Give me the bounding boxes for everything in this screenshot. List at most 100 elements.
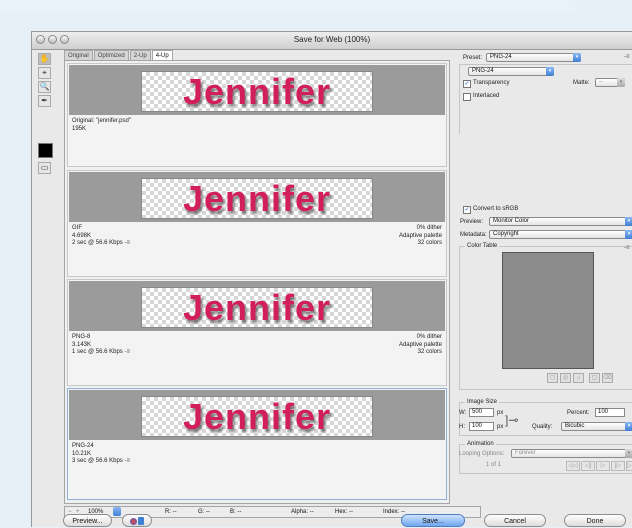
quality-dropdown[interactable]: Bicubic ▾ [561, 422, 632, 431]
jennifer-text-image: Jennifer [182, 396, 332, 437]
info-line: PNG-24 [72, 443, 94, 449]
pane-info-right: 0% dither Adaptive palette 32 colors [399, 334, 442, 357]
color-table-menu-icon[interactable]: -≡ [624, 245, 630, 251]
interlaced-checkbox[interactable] [463, 93, 471, 101]
pane-info-left: PNG-24 10.21K 3 sec @ 56.6 Kbps -≡ [72, 443, 130, 466]
done-button[interactable]: Done [564, 514, 626, 527]
first-frame-icon[interactable]: ◁◁ [566, 461, 580, 471]
convert-srgb-label: Convert to sRGB [473, 206, 519, 212]
pane-info-left: GIF 4.698K 2 sec @ 56.6 Kbps -≡ [72, 225, 130, 248]
play-icon[interactable]: ▷ [596, 461, 610, 471]
pane-menu-icon[interactable]: -≡ [124, 240, 130, 246]
transparency-checkerboard: Jennifer [141, 71, 373, 112]
preview-label: Preview: [460, 219, 484, 225]
metadata-label: Metadata: [460, 232, 487, 238]
transparency-label: Transparency [473, 80, 510, 86]
jennifer-text-image: Jennifer [182, 71, 332, 112]
save-button[interactable]: Save... [401, 514, 465, 527]
green-readout: G: -- [198, 509, 210, 515]
title-bar: Save for Web (100%) [32, 32, 632, 50]
window-title: Save for Web (100%) [293, 35, 371, 44]
cancel-button[interactable]: Cancel [484, 514, 546, 527]
metadata-dropdown[interactable]: Copyright ▾ [489, 230, 632, 239]
previous-frame-icon[interactable]: ◁| [581, 461, 595, 471]
preview-pane-png8[interactable]: Jennifer PNG-8 3.143K 1 sec @ 56.6 Kbps -≡… [67, 279, 447, 386]
map-color-icon[interactable]: ◻ [547, 373, 558, 383]
dropdown-arrow-icon: ▾ [617, 78, 625, 87]
new-color-icon[interactable]: ▢ [589, 373, 600, 383]
info-line: PNG-8 [72, 334, 91, 340]
frame-counter: 1 of 1 [486, 462, 502, 468]
preview-color-dropdown[interactable]: Monitor Color ▾ [489, 217, 632, 226]
info-line: 0% dither [416, 225, 442, 231]
info-line: 3 sec @ 56.6 Kbps [72, 458, 123, 464]
matte-dropdown[interactable]: -- ▾ [595, 78, 625, 87]
preview-pane-png24[interactable]: Jennifer PNG-24 10.21K 3 sec @ 56.6 Kbps -… [67, 388, 447, 500]
info-line: 3.143K [72, 341, 92, 348]
percent-label: Percent: [567, 410, 590, 416]
height-unit: px [497, 424, 504, 430]
blue-readout: B: -- [230, 509, 242, 515]
info-line: 32 colors [417, 240, 442, 246]
convert-srgb-checkbox[interactable]: ✓ [463, 206, 471, 214]
quality-label: Quality: [532, 424, 553, 430]
preset-dropdown[interactable]: PNG-24 ▾ [486, 53, 581, 62]
browser-select-button[interactable] [122, 514, 152, 527]
width-input[interactable]: 500 [469, 408, 494, 417]
dropdown-arrow-icon: ▾ [546, 67, 554, 76]
dropdown-arrow-icon: ▾ [573, 53, 581, 62]
preview-pane-original[interactable]: Jennifer Original: "jennifer.psd" 195K [67, 63, 447, 167]
looping-dropdown[interactable]: Forever ▾ [511, 449, 632, 458]
matte-label: Matte: [573, 80, 590, 86]
format-value: PNG-24 [472, 68, 494, 74]
slice-select-tool-icon[interactable]: ⌖ [38, 67, 51, 79]
eyedropper-color-swatch[interactable] [38, 143, 53, 158]
pane-info-left: PNG-8 3.143K 1 sec @ 56.6 Kbps -≡ [72, 334, 130, 357]
dropdown-arrow-icon: ▾ [625, 449, 632, 458]
metadata-value: Copyright [493, 231, 519, 237]
info-line: 0% dither [416, 334, 442, 340]
preview-button[interactable]: Preview... [63, 514, 112, 527]
constrain-proportions-icon[interactable]: ]⊸ [505, 413, 518, 427]
jennifer-text-image: Jennifer [182, 287, 332, 328]
jennifer-text-image: Jennifer [182, 178, 332, 219]
pane-menu-icon[interactable]: -≡ [124, 349, 130, 355]
pane-menu-icon[interactable]: -≡ [124, 458, 130, 464]
transparency-checkerboard: Jennifer [141, 178, 373, 219]
width-unit: px [497, 410, 504, 416]
color-table-swatches[interactable] [502, 252, 594, 369]
background-panel [0, 0, 575, 14]
animation-label: Animation [465, 441, 496, 447]
browser-dropdown-icon [138, 517, 145, 526]
optimize-menu-icon[interactable]: -≡ [624, 54, 630, 60]
image-background: Jennifer [69, 65, 445, 115]
delete-color-icon[interactable]: ⌫ [602, 373, 613, 383]
info-line: Adaptive palette [398, 341, 442, 348]
image-size-label: Image Size [465, 399, 500, 405]
web-snap-icon[interactable]: ◎ [560, 373, 571, 383]
transparency-checkerboard: Jennifer [141, 396, 373, 437]
info-line: 4.698K [72, 232, 92, 239]
info-line: Adaptive palette [398, 232, 442, 239]
info-line: 32 colors [417, 349, 442, 355]
zoom-tool-icon[interactable]: 🔍 [38, 81, 51, 93]
height-input[interactable]: 100 [469, 422, 494, 431]
hand-tool-icon[interactable]: ✋ [38, 53, 51, 65]
info-line: 2 sec @ 56.6 Kbps [72, 240, 123, 246]
last-frame-icon[interactable]: ▷ [626, 461, 632, 471]
browser-icon [129, 517, 137, 525]
eyedropper-tool-icon[interactable]: ✒ [38, 95, 51, 107]
next-frame-icon[interactable]: |▷ [611, 461, 625, 471]
transparency-checkbox[interactable]: ✓ [463, 80, 471, 88]
zoom-dropdown-icon[interactable] [113, 507, 121, 516]
lock-color-icon[interactable]: ⌂ [573, 373, 584, 383]
info-line: Original: "jennifer.psd" [72, 118, 131, 124]
hex-readout: Hex: -- [335, 509, 353, 515]
preview-pane-gif[interactable]: Jennifer GIF 4.698K 2 sec @ 56.6 Kbps -≡ 0… [67, 170, 447, 277]
info-line: GIF [72, 225, 82, 231]
percent-input[interactable]: 100 [595, 408, 625, 417]
preview-area: Jennifer Original: "jennifer.psd" 195K Je… [64, 60, 450, 504]
red-readout: R: -- [165, 509, 177, 515]
toggle-slices-icon[interactable]: ▭ [38, 162, 51, 174]
file-format-dropdown[interactable]: PNG-24 ▾ [468, 67, 554, 76]
